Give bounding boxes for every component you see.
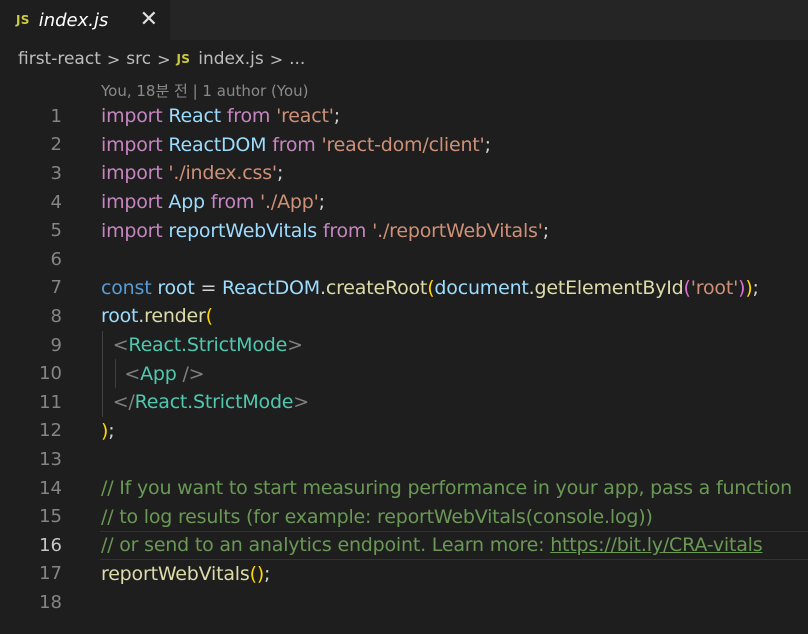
indent-guide [102, 387, 103, 417]
code-line: 5 import reportWebVitals from './reportW… [0, 216, 808, 245]
codelens-blame[interactable]: You, 18분 전 | 1 author (You) [0, 78, 808, 102]
breadcrumb-folder[interactable]: first-react [18, 49, 101, 69]
line-number: 13 [39, 448, 62, 470]
chevron-right-icon: > [157, 49, 171, 69]
indent-guide [115, 359, 116, 388]
code-content: const root = ReactDOM.createRoot(documen… [101, 276, 759, 299]
breadcrumb-more[interactable]: ... [289, 49, 305, 69]
line-number: 18 [39, 591, 62, 613]
code-line: 18 [0, 588, 808, 617]
comment-link[interactable]: https://bit.ly/CRA-vitals [550, 534, 762, 556]
code-line: 13 [0, 445, 808, 474]
code-line: 1 import React from 'react'; [0, 102, 808, 131]
code-line: 14 // If you want to start measuring per… [0, 474, 808, 503]
code-comment: // If you want to start measuring perfor… [101, 477, 792, 500]
code-content: import App from './App'; [101, 191, 325, 214]
line-number: 11 [39, 391, 62, 413]
js-file-icon: JS [16, 13, 30, 27]
chevron-right-icon: > [106, 49, 121, 69]
line-number: 12 [39, 420, 62, 442]
code-content: </React.StrictMode> [112, 391, 310, 414]
tab-bar: JS index.js ✕ [0, 0, 808, 40]
code-content: ); [101, 419, 115, 442]
line-number: 17 [39, 563, 62, 585]
code-comment: // to log results (for example: reportWe… [101, 505, 653, 528]
code-content: // or send to an analytics endpoint. Lea… [101, 534, 763, 557]
line-number: 8 [50, 305, 62, 327]
code-line: 17 reportWebVitals(); [0, 560, 808, 589]
line-number: 10 [39, 363, 62, 385]
line-number: 6 [50, 248, 62, 270]
code-content: import './index.css'; [101, 162, 284, 185]
code-line: 6 [0, 245, 808, 274]
chevron-right-icon: > [269, 49, 284, 69]
line-number: 14 [39, 477, 62, 499]
code-line: 4 import App from './App'; [0, 188, 808, 217]
indent-guide [102, 359, 103, 388]
line-number: 2 [50, 134, 62, 156]
line-number: 15 [39, 506, 62, 528]
indent-guide [102, 330, 103, 360]
code-content: <App /> [124, 362, 205, 385]
code-line: 12 ); [0, 417, 808, 446]
code-content: root.render( [101, 305, 213, 328]
line-number: 5 [50, 220, 62, 242]
code-content: reportWebVitals(); [101, 562, 271, 585]
code-line: 15 // to log results (for example: repor… [0, 502, 808, 531]
tab-title: index.js [38, 9, 109, 31]
code-content: import React from 'react'; [101, 105, 340, 128]
code-line: 2 import ReactDOM from 'react-dom/client… [0, 131, 808, 160]
code-line: 3 import './index.css'; [0, 159, 808, 188]
code-content: import reportWebVitals from './reportWeb… [101, 219, 549, 242]
code-content: import ReactDOM from 'react-dom/client'; [101, 133, 491, 156]
line-number: 7 [50, 277, 62, 299]
code-line: 9 <React.StrictMode> [0, 330, 808, 360]
code-line: 11 </React.StrictMode> [0, 387, 808, 417]
breadcrumb-src[interactable]: src [126, 49, 151, 69]
line-number: 4 [50, 191, 62, 213]
code-line: 7 const root = ReactDOM.createRoot(docum… [0, 274, 808, 303]
tab-index-js[interactable]: JS index.js ✕ [0, 0, 170, 40]
code-line: 8 root.render( [0, 302, 808, 331]
line-number: 16 [39, 534, 62, 556]
code-line-current: 16 // or send to an analytics endpoint. … [0, 530, 808, 560]
code-editor[interactable]: 1 import React from 'react'; 2 import Re… [0, 102, 808, 617]
code-content: <React.StrictMode> [112, 334, 303, 357]
line-number: 9 [50, 334, 62, 356]
line-number: 3 [50, 162, 62, 184]
js-file-icon: JS [176, 52, 191, 66]
close-icon[interactable]: ✕ [140, 9, 158, 31]
breadcrumb: first-react > src > JS index.js > ... [0, 40, 808, 78]
breadcrumb-file[interactable]: index.js [198, 49, 264, 69]
line-number: 1 [50, 105, 62, 127]
code-line: 10 <App /> [0, 359, 808, 388]
